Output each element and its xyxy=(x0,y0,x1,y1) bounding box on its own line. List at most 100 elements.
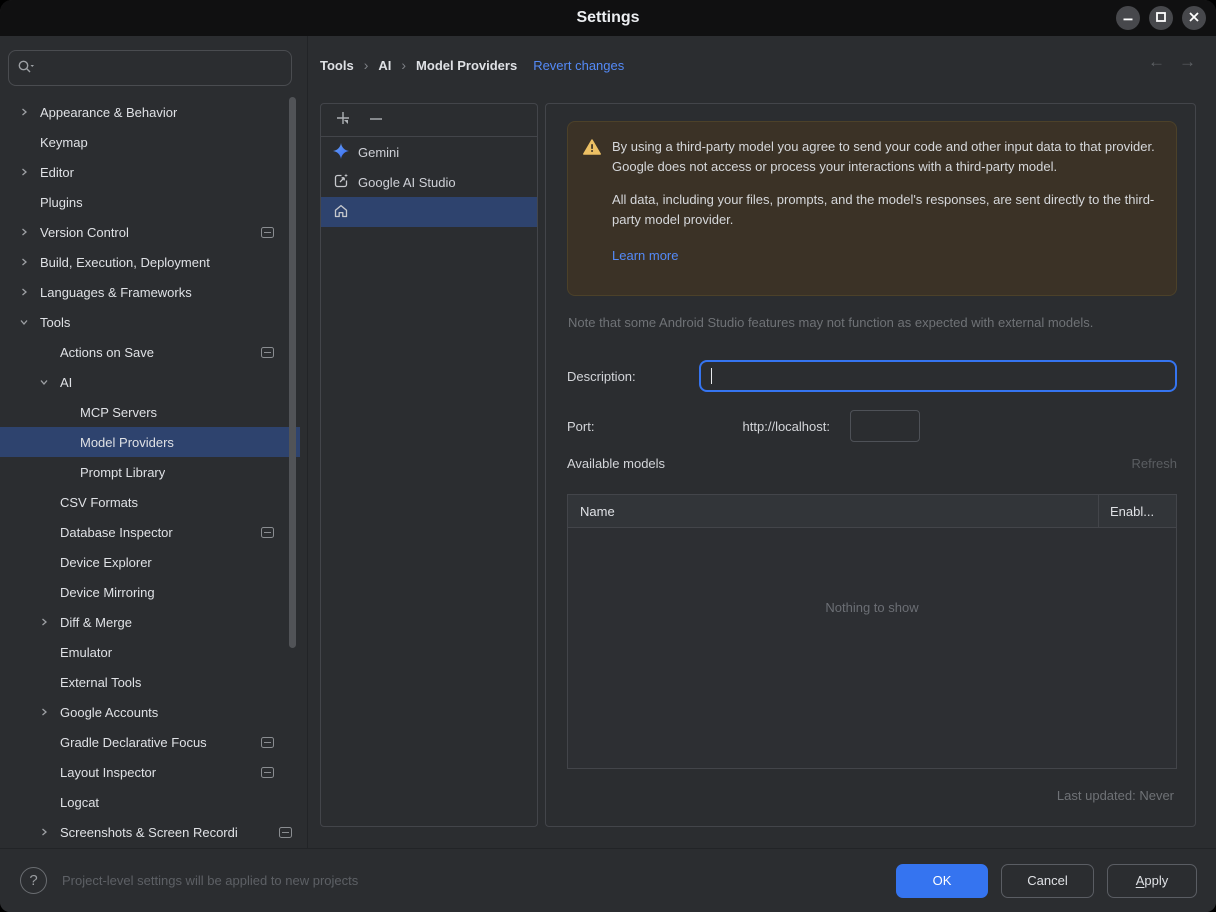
sidebar-item-gradle-declarative-focus[interactable]: Gradle Declarative Focus xyxy=(0,727,300,757)
sidebar-item-languages-frameworks[interactable]: Languages & Frameworks xyxy=(0,277,300,307)
project-settings-icon xyxy=(261,766,274,778)
sidebar-item-google-accounts[interactable]: Google Accounts xyxy=(0,697,300,727)
search-input[interactable] xyxy=(35,60,283,76)
sidebar-item-ai[interactable]: AI xyxy=(0,367,300,397)
breadcrumb-tools[interactable]: Tools xyxy=(320,58,354,73)
provider-item-new[interactable] xyxy=(321,197,537,227)
history-nav: ← → xyxy=(1148,52,1196,72)
learn-more-link[interactable]: Learn more xyxy=(612,246,678,266)
third-party-warning: By using a third-party model you agree t… xyxy=(567,121,1177,296)
remove-provider-button[interactable] xyxy=(365,109,387,131)
breadcrumb-model-providers[interactable]: Model Providers xyxy=(416,58,517,73)
sidebar-item-device-mirroring[interactable]: Device Mirroring xyxy=(0,577,300,607)
sidebar-item-plugins[interactable]: Plugins xyxy=(0,187,300,217)
sidebar-item-label: Version Control xyxy=(40,224,129,240)
provider-item-gemini[interactable]: Gemini xyxy=(321,137,537,167)
forward-arrow-icon[interactable]: → xyxy=(1179,52,1196,72)
localhost-prefix: http://localhost: xyxy=(742,418,830,434)
sidebar-item-label: Device Mirroring xyxy=(60,584,155,600)
chevron-right-icon[interactable] xyxy=(12,258,36,266)
sidebar-item-external-tools[interactable]: External Tools xyxy=(0,667,300,697)
minimize-button[interactable] xyxy=(1116,6,1140,30)
sidebar-item-actions-on-save[interactable]: Actions on Save xyxy=(0,337,300,367)
sidebar-item-build-execution-deployment[interactable]: Build, Execution, Deployment xyxy=(0,247,300,277)
breadcrumb-separator-icon: › xyxy=(363,57,369,73)
maximize-button[interactable] xyxy=(1149,6,1173,30)
chevron-right-icon[interactable] xyxy=(12,168,36,176)
close-button[interactable] xyxy=(1182,6,1206,30)
revert-changes-link[interactable]: Revert changes xyxy=(533,58,624,73)
minimize-icon xyxy=(1122,11,1134,26)
sidebar-item-keymap[interactable]: Keymap xyxy=(0,127,300,157)
description-label: Description: xyxy=(567,368,636,384)
column-header-name[interactable]: Name xyxy=(568,504,1098,519)
cancel-button[interactable]: Cancel xyxy=(1001,863,1094,898)
window-title: Settings xyxy=(576,9,640,26)
project-settings-icon xyxy=(261,526,274,538)
sidebar-item-emulator[interactable]: Emulator xyxy=(0,637,300,667)
sidebar-item-mcp-servers[interactable]: MCP Servers xyxy=(0,397,300,427)
warning-paragraph-2: All data, including your files, prompts,… xyxy=(612,192,1155,228)
column-header-enabled[interactable]: Enabl... xyxy=(1098,495,1176,527)
sidebar-item-label: Plugins xyxy=(40,194,83,210)
sidebar-item-label: AI xyxy=(60,374,73,390)
refresh-button[interactable]: Refresh xyxy=(1131,456,1177,471)
available-models-row: Available models Refresh xyxy=(567,456,1177,471)
titlebar: Settings xyxy=(0,0,1216,36)
sidebar-item-version-control[interactable]: Version Control xyxy=(0,217,300,247)
description-input[interactable] xyxy=(699,360,1177,392)
chevron-down-icon[interactable] xyxy=(12,318,36,326)
warning-icon xyxy=(583,139,601,283)
window-controls xyxy=(1116,6,1206,30)
warning-text: By using a third-party model you agree t… xyxy=(612,137,1158,283)
sidebar-item-prompt-library[interactable]: Prompt Library xyxy=(0,457,300,487)
main-area: Appearance & Behavior Keymap Editor Plug… xyxy=(0,36,1216,848)
sidebar-item-tools[interactable]: Tools xyxy=(0,307,300,337)
sidebar-item-logcat[interactable]: Logcat xyxy=(0,787,300,817)
sidebar-item-label: Logcat xyxy=(60,794,100,810)
sidebar-item-label: External Tools xyxy=(60,674,142,690)
sidebar-item-layout-inspector[interactable]: Layout Inspector xyxy=(0,757,300,787)
models-table: Name Enabl... Nothing to show xyxy=(567,494,1177,769)
footer-hint: Project-level settings will be applied t… xyxy=(62,873,359,888)
sidebar-item-label: Keymap xyxy=(40,134,88,150)
search-field[interactable] xyxy=(8,50,292,86)
sidebar-item-diff-merge[interactable]: Diff & Merge xyxy=(0,607,300,637)
ok-button[interactable]: OK xyxy=(896,863,988,898)
sidebar-scrollbar[interactable] xyxy=(289,97,296,648)
sidebar-item-label: Google Accounts xyxy=(60,704,159,720)
chevron-right-icon[interactable] xyxy=(12,228,36,236)
dialog-footer: ? Project-level settings will be applied… xyxy=(0,848,1216,912)
port-input[interactable] xyxy=(850,410,920,442)
chevron-down-icon[interactable] xyxy=(32,378,56,386)
chevron-right-icon[interactable] xyxy=(32,618,56,626)
provider-toolbar xyxy=(321,104,537,137)
sidebar-item-editor[interactable]: Editor xyxy=(0,157,300,187)
chevron-right-icon[interactable] xyxy=(32,828,56,836)
sidebar-item-label: CSV Formats xyxy=(60,494,139,510)
project-settings-icon xyxy=(279,826,292,838)
close-icon xyxy=(1188,11,1200,26)
sidebar-item-database-inspector[interactable]: Database Inspector xyxy=(0,517,300,547)
back-arrow-icon[interactable]: ← xyxy=(1148,52,1165,72)
sidebar-item-csv-formats[interactable]: CSV Formats xyxy=(0,487,300,517)
model-provider-form: By using a third-party model you agree t… xyxy=(545,103,1196,827)
sidebar-item-screenshots-screen-recording[interactable]: Screenshots & Screen Recordi xyxy=(0,817,300,847)
help-button[interactable]: ? xyxy=(20,867,47,894)
chevron-right-icon[interactable] xyxy=(12,108,36,116)
gemini-sparkle-icon xyxy=(333,142,349,162)
port-row: Port: http://localhost: xyxy=(567,410,1177,442)
chevron-right-icon[interactable] xyxy=(12,288,36,296)
sidebar-item-model-providers[interactable]: Model Providers xyxy=(0,427,300,457)
chevron-right-icon[interactable] xyxy=(32,708,56,716)
provider-item-google-ai-studio[interactable]: Google AI Studio xyxy=(321,167,537,197)
sidebar-item-label: Layout Inspector xyxy=(60,764,157,780)
add-provider-button[interactable] xyxy=(333,109,355,131)
models-table-body: Nothing to show xyxy=(568,528,1176,769)
sidebar-item-label: Device Explorer xyxy=(60,554,152,570)
breadcrumb-ai[interactable]: AI xyxy=(378,58,391,73)
apply-button[interactable]: Apply xyxy=(1107,863,1197,898)
description-row: Description: xyxy=(567,360,1177,392)
sidebar-item-device-explorer[interactable]: Device Explorer xyxy=(0,547,300,577)
sidebar-item-appearance-behavior[interactable]: Appearance & Behavior xyxy=(0,97,300,127)
